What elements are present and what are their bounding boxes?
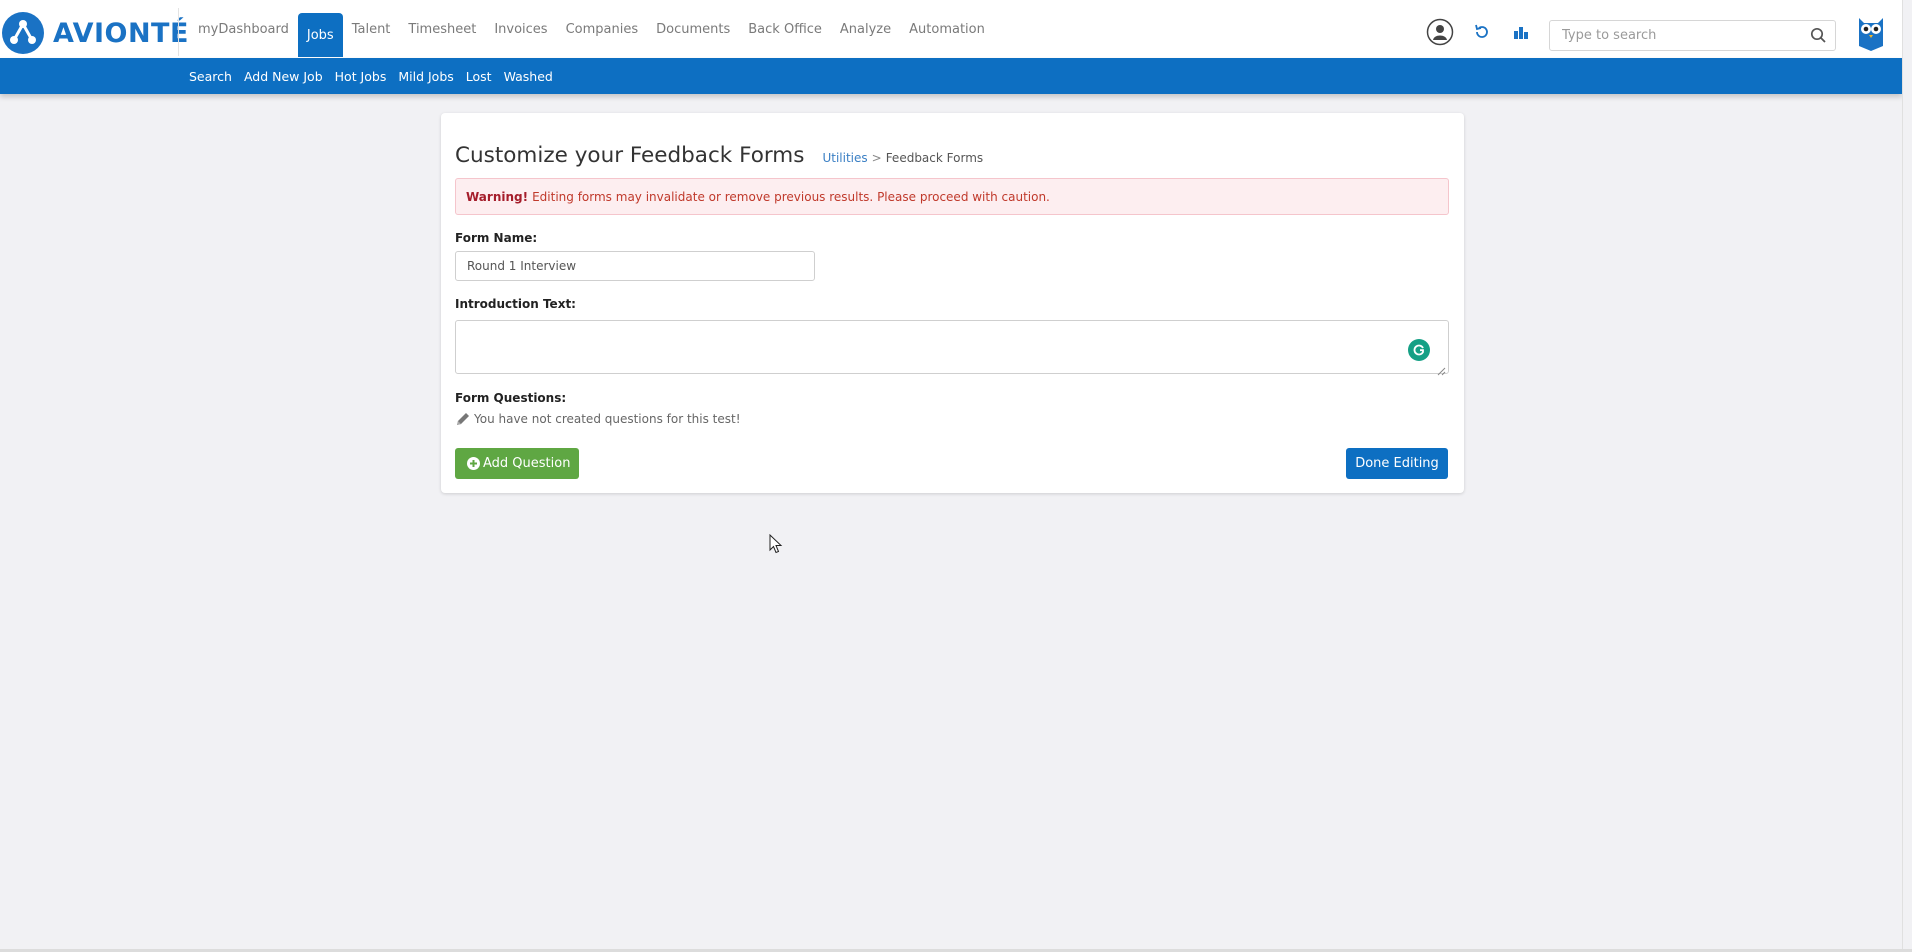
breadcrumb-utilities-link[interactable]: Utilities <box>822 151 867 165</box>
sub-nav-hot-jobs[interactable]: Hot Jobs <box>329 58 393 94</box>
top-navbar: AVIONTÉ myDashboard Jobs Talent Timeshee… <box>0 0 1902 58</box>
pencil-icon <box>457 413 469 425</box>
nav-item-timesheet[interactable]: Timesheet <box>399 0 485 58</box>
nav-item-analyze[interactable]: Analyze <box>831 0 900 58</box>
owl-assistant-icon[interactable] <box>1856 14 1886 56</box>
intro-text-label: Introduction Text: <box>455 297 576 311</box>
logo-mark-icon <box>2 12 44 54</box>
global-search <box>1549 20 1836 51</box>
sub-nav-search[interactable]: Search <box>183 58 238 94</box>
questions-empty-text: You have not created questions for this … <box>474 412 741 426</box>
sub-navbar: Search Add New Job Hot Jobs Mild Jobs Lo… <box>0 58 1902 94</box>
alert-strong: Warning! <box>466 189 529 204</box>
nav-item-invoices[interactable]: Invoices <box>485 0 556 58</box>
nav-item-jobs[interactable]: Jobs <box>297 13 343 57</box>
main-nav: myDashboard Jobs Talent Timesheet Invoic… <box>189 0 994 58</box>
plus-circle-icon <box>467 457 480 470</box>
nav-item-automation[interactable]: Automation <box>900 0 994 58</box>
breadcrumb-current: Feedback Forms <box>885 151 984 165</box>
grammarly-icon[interactable] <box>1408 339 1430 361</box>
mouse-cursor-icon <box>769 533 783 558</box>
resize-grip-icon[interactable] <box>1436 361 1446 380</box>
search-icon[interactable] <box>1810 27 1827 48</box>
search-input[interactable] <box>1550 21 1790 50</box>
form-name-field[interactable] <box>455 251 815 281</box>
form-name-label: Form Name: <box>455 231 538 245</box>
refresh-icon[interactable] <box>1468 18 1496 46</box>
warning-alert: Warning! Editing forms may invalidate or… <box>455 178 1449 215</box>
form-questions-label: Form Questions: <box>455 391 567 405</box>
nav-item-talent[interactable]: Talent <box>343 0 400 58</box>
logo-divider <box>178 8 179 56</box>
sub-nav-washed[interactable]: Washed <box>498 58 559 94</box>
questions-empty-state: You have not created questions for this … <box>455 411 741 427</box>
jobs-sub-nav: Search Add New Job Hot Jobs Mild Jobs Lo… <box>183 58 559 94</box>
sub-nav-lost[interactable]: Lost <box>460 58 498 94</box>
nav-item-mydashboard[interactable]: myDashboard <box>189 0 298 58</box>
breadcrumb-separator: > <box>871 151 882 165</box>
intro-text-field[interactable] <box>455 320 1449 374</box>
add-question-label: Add Question <box>483 456 571 471</box>
brand-logo[interactable]: AVIONTÉ <box>2 12 189 54</box>
done-editing-button[interactable]: Done Editing <box>1346 448 1448 479</box>
sub-nav-add-new-job[interactable]: Add New Job <box>238 58 329 94</box>
heading-row: Customize your Feedback Forms Utilities >… <box>455 143 983 168</box>
window-edge <box>1902 0 1912 952</box>
nav-item-documents[interactable]: Documents <box>647 0 739 58</box>
brand-name: AVIONTÉ <box>53 17 189 49</box>
nav-item-companies[interactable]: Companies <box>557 0 648 58</box>
sub-nav-mild-jobs[interactable]: Mild Jobs <box>392 58 459 94</box>
add-question-button[interactable]: Add Question <box>455 448 579 479</box>
user-icon[interactable] <box>1426 18 1454 46</box>
nav-item-back-office[interactable]: Back Office <box>739 0 831 58</box>
breadcrumb: Utilities > Feedback Forms <box>822 151 983 165</box>
page-title: Customize your Feedback Forms <box>455 143 805 168</box>
feedback-form-card: Customize your Feedback Forms Utilities >… <box>441 113 1464 493</box>
bar-chart-icon[interactable] <box>1507 18 1535 46</box>
alert-message: Editing forms may invalidate or remove p… <box>532 189 1050 204</box>
